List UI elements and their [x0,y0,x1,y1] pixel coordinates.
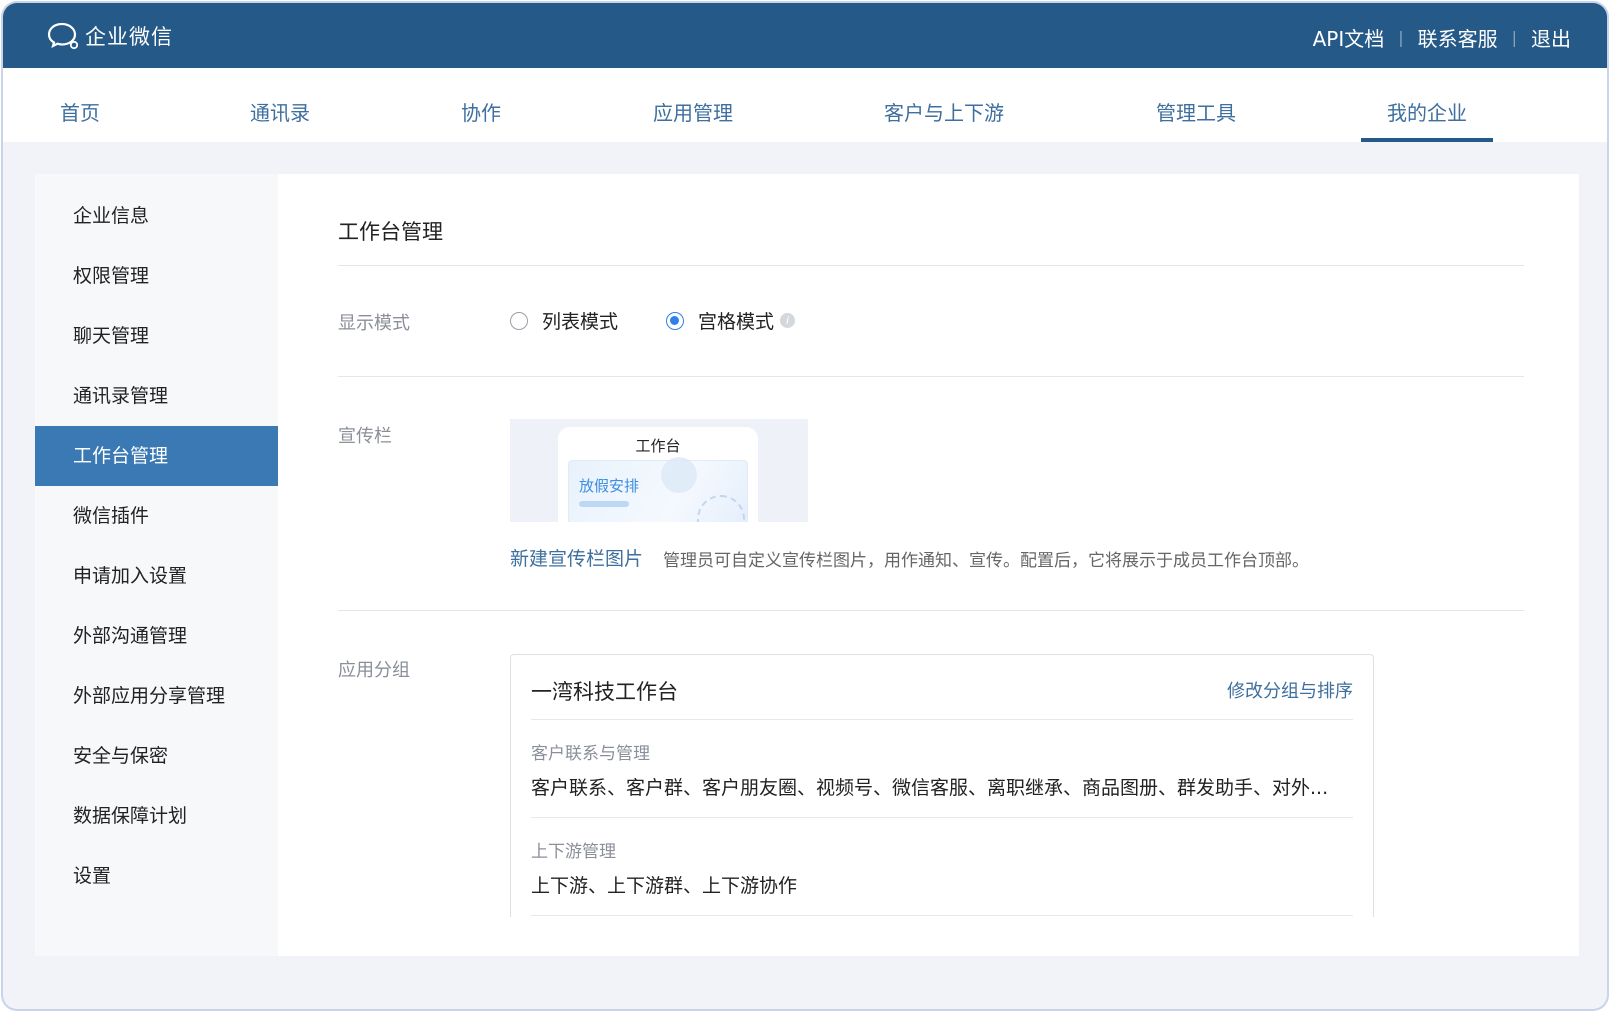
new-banner-link[interactable]: 新建宣传栏图片 [510,544,643,571]
tab-collaboration[interactable]: 协作 [461,68,501,142]
banner-label: 宣传栏 [338,426,392,447]
category-name: 上下游管理 [531,842,616,862]
sidebar-item-external-communication[interactable]: 外部沟通管理 [35,606,278,666]
header-links: API文档 | 联系客服 | 退出 [1313,23,1571,52]
sidebar-item-external-app-sharing[interactable]: 外部应用分享管理 [35,666,278,726]
list-mode-radio[interactable] [510,311,528,330]
display-mode-options: 列表模式 宫格模式 i [510,307,796,334]
category-name: 客户联系与管理 [531,744,650,764]
edit-groups-link[interactable]: 修改分组与排序 [1227,677,1353,703]
api-docs-link[interactable]: API文档 [1313,23,1385,52]
info-icon[interactable]: i [780,313,796,328]
grid-mode-radio[interactable] [666,311,685,330]
phone-preview: 工作台 放假安排 [558,427,758,522]
banner-preview: 工作台 放假安排 [510,419,808,522]
main-panel: 工作台管理 显示模式 列表模式 宫格模式 i 宣传栏 工作台 放假安排 新建宣传… [278,174,1579,956]
app-group-card: 一湾科技工作台 修改分组与排序 客户联系与管理 客户联系、客户群、客户朋友圈、视… [510,654,1374,917]
divider: | [1511,28,1517,47]
logo[interactable]: 企业微信 [47,21,173,51]
sidebar-item-security[interactable]: 安全与保密 [35,726,278,786]
sidebar-item-wechat-plugin[interactable]: 微信插件 [35,486,278,546]
app-name: 企业微信 [85,25,173,49]
tab-app-management[interactable]: 应用管理 [653,68,733,142]
divider [531,719,1353,720]
sidebar-item-data-protection[interactable]: 数据保障计划 [35,786,278,846]
logout-link[interactable]: 退出 [1531,23,1571,52]
app-window: 企业微信 API文档 | 联系客服 | 退出 首页 通讯录 协作 应用管理 客户… [3,3,1607,1009]
list-mode-label[interactable]: 列表模式 [542,307,618,334]
sidebar: 企业信息 权限管理 聊天管理 通讯录管理 工作台管理 微信插件 申请加入设置 外… [35,174,278,956]
sidebar-item-join-settings[interactable]: 申请加入设置 [35,546,278,606]
tab-contacts[interactable]: 通讯录 [250,68,310,142]
tab-customers-partners[interactable]: 客户与上下游 [884,68,1004,142]
sidebar-item-permissions[interactable]: 权限管理 [35,246,278,306]
decor-circle [661,457,697,493]
main-nav: 首页 通讯录 协作 应用管理 客户与上下游 管理工具 我的企业 [3,68,1607,142]
display-mode-label: 显示模式 [338,313,410,334]
sidebar-item-workbench-management[interactable]: 工作台管理 [35,426,278,486]
divider [338,610,1524,611]
tab-management-tools[interactable]: 管理工具 [1156,68,1236,142]
workspace-title: 一湾科技工作台 [531,680,678,704]
sidebar-item-contacts-management[interactable]: 通讯录管理 [35,366,278,426]
category-apps[interactable]: 客户联系、客户群、客户朋友圈、视频号、微信客服、离职继承、商品图册、群发助手、对… [531,773,1353,800]
preview-card-text: 放假安排 [579,477,640,495]
sidebar-item-settings[interactable]: 设置 [35,846,278,906]
banner-description: 管理员可自定义宣传栏图片，用作通知、宣传。配置后，它将展示于成员工作台顶部。 [663,551,1309,571]
preview-title: 工作台 [635,437,681,455]
app-groups-label: 应用分组 [338,660,410,681]
divider [531,817,1353,818]
divider: | [1398,28,1404,47]
tab-my-enterprise[interactable]: 我的企业 [1361,68,1493,142]
wecom-logo-icon [47,22,79,50]
preview-banner-card: 放假安排 [568,457,748,522]
category-apps[interactable]: 上下游、上下游群、上下游协作 [531,871,1353,898]
decor-ring [697,495,745,522]
preview-card-bar [579,501,629,507]
divider [531,915,1353,916]
divider [338,265,1524,266]
top-bar: 企业微信 API文档 | 联系客服 | 退出 [3,3,1607,68]
grid-mode-label[interactable]: 宫格模式 [698,307,774,334]
divider [338,376,1524,377]
contact-support-link[interactable]: 联系客服 [1418,23,1498,52]
tab-home[interactable]: 首页 [60,68,100,142]
sidebar-item-enterprise-info[interactable]: 企业信息 [35,186,278,246]
sidebar-item-chat-management[interactable]: 聊天管理 [35,306,278,366]
page-title: 工作台管理 [338,220,443,244]
